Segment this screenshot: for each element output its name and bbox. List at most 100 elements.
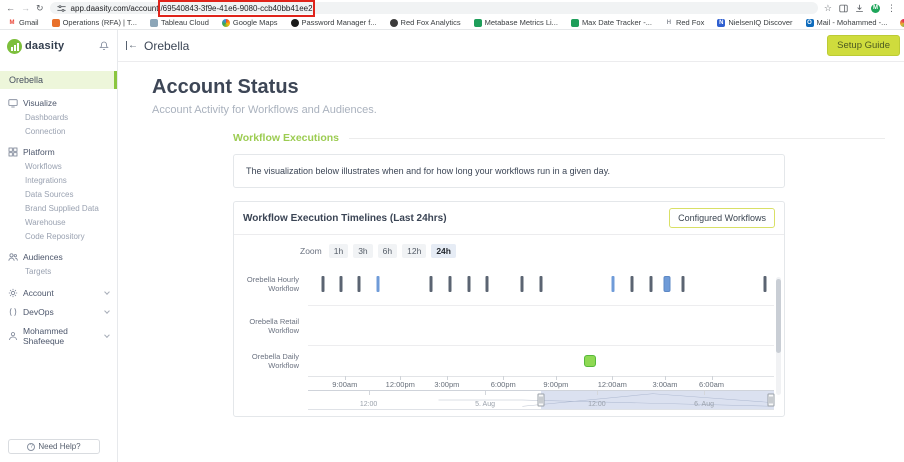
- sidebar-section-platform[interactable]: Platform: [0, 145, 117, 159]
- grid-icon: [8, 147, 18, 157]
- execution-mark[interactable]: [630, 276, 633, 292]
- zoom-label: Zoom: [300, 246, 322, 256]
- sidebar-item-code-repository[interactable]: Code Repository: [0, 229, 117, 243]
- row-label: Orebella Retail Workflow: [234, 306, 308, 346]
- bookmark-item[interactable]: HRed Fox: [665, 18, 704, 27]
- bookmark-item[interactable]: Operations (RFA) | T...: [52, 18, 137, 27]
- execution-mark[interactable]: [430, 276, 433, 292]
- sidebar-item-targets[interactable]: Targets: [0, 264, 117, 278]
- timeline-row: Orebella Retail Workflow: [234, 306, 774, 346]
- chart-scrollbar[interactable]: [776, 277, 781, 395]
- execution-mark[interactable]: [467, 276, 470, 292]
- sidebar-item-account[interactable]: Account: [0, 283, 117, 302]
- execution-block[interactable]: [584, 355, 596, 367]
- sidebar-item-integrations[interactable]: Integrations: [0, 173, 117, 187]
- chevron-down-icon: [104, 308, 110, 314]
- sidebar-account-selected[interactable]: Orebella: [0, 71, 117, 89]
- back-icon[interactable]: ←: [6, 0, 15, 16]
- sidebar-item-data-sources[interactable]: Data Sources: [0, 187, 117, 201]
- timeline-row: Orebella Daily Workflow: [234, 346, 774, 376]
- navigator-label: 6. Aug: [694, 401, 714, 408]
- zoom-24h-button[interactable]: 24h: [431, 244, 456, 258]
- execution-mark[interactable]: [339, 276, 342, 292]
- execution-mark[interactable]: [486, 276, 489, 292]
- collapse-sidebar-icon[interactable]: ←: [126, 40, 138, 51]
- bookmark-item[interactable]: OMail - Mohammed -...: [806, 18, 888, 27]
- navigator-handle[interactable]: [538, 394, 545, 407]
- page-title: Account Status: [152, 76, 904, 99]
- code-icon: [8, 307, 18, 317]
- timeline-chart: Zoom 1h3h6h12h24h Orebella Hourly Workfl…: [234, 235, 784, 416]
- bookmark-label: NielsenIQ Discover: [728, 18, 792, 27]
- chevron-down-icon: [104, 289, 110, 295]
- bookmark-item[interactable]: Password Manager f...: [291, 18, 377, 27]
- users-icon: [8, 252, 18, 262]
- browser-window: ← → ↻ app.daasity.com/account/69540843-3…: [0, 0, 904, 462]
- sidebar-section-audiences[interactable]: Audiences: [0, 250, 117, 264]
- sidebar-item-dashboards[interactable]: Dashboards: [0, 110, 117, 124]
- execution-mark[interactable]: [663, 276, 670, 292]
- forward-icon[interactable]: →: [21, 0, 30, 16]
- section-heading: Workflow Executions: [233, 132, 339, 144]
- bookmark-label: Operations (RFA) | T...: [63, 18, 137, 27]
- bookmark-item[interactable]: Google Maps: [222, 18, 278, 27]
- bookmark-favicon: M: [8, 19, 16, 27]
- bookmark-favicon: N: [717, 19, 725, 27]
- sidebar-item-warehouse[interactable]: Warehouse: [0, 215, 117, 229]
- zoom-3h-button[interactable]: 3h: [353, 244, 372, 258]
- sidebar-section-visualize[interactable]: Visualize: [0, 96, 117, 110]
- execution-mark[interactable]: [612, 276, 615, 292]
- scrollbar-thumb[interactable]: [776, 279, 781, 353]
- bookmark-item[interactable]: Red Fox Analytics: [390, 18, 461, 27]
- bookmark-label: Gmail: [19, 18, 39, 27]
- execution-mark[interactable]: [358, 276, 361, 292]
- info-text: The visualization below illustrates when…: [246, 166, 610, 176]
- profile-avatar[interactable]: M: [871, 4, 880, 13]
- bookmark-item[interactable]: MGmail: [8, 18, 39, 27]
- execution-mark[interactable]: [540, 276, 543, 292]
- bookmark-favicon: [390, 19, 398, 27]
- range-navigator[interactable]: 12:005. Aug12:006. Aug: [308, 390, 774, 410]
- bookmark-label: Max Date Tracker -...: [582, 18, 652, 27]
- execution-mark[interactable]: [649, 276, 652, 292]
- bookmark-item[interactable]: Metabase Metrics Li...: [474, 18, 558, 27]
- navigator-handle[interactable]: [767, 394, 774, 407]
- address-bar[interactable]: app.daasity.com/account/69540843-3f9e-41…: [50, 2, 818, 14]
- configured-workflows-button[interactable]: Configured Workflows: [669, 208, 775, 228]
- browser-menu-icon[interactable]: ⋮: [887, 0, 896, 16]
- bookmark-star-icon[interactable]: ☆: [824, 0, 832, 16]
- bookmark-favicon: [150, 19, 158, 27]
- url-annotation-box: /69540843-3f9e-41e6-9080-ccb40bb41ee2: [158, 4, 314, 13]
- zoom-12h-button[interactable]: 12h: [402, 244, 426, 258]
- execution-mark[interactable]: [321, 276, 324, 292]
- workflow-timeline-card: Workflow Execution Timelines (Last 24hrs…: [233, 201, 785, 417]
- bell-icon[interactable]: [99, 41, 109, 51]
- sidebar-item-mohammed-shafeeque[interactable]: Mohammed Shafeeque: [0, 321, 117, 350]
- chart-title: Workflow Execution Timelines (Last 24hrs…: [243, 213, 447, 224]
- bookmark-item[interactable]: Tableau Cloud: [150, 18, 209, 27]
- execution-mark[interactable]: [449, 276, 452, 292]
- sidebar-item-workflows[interactable]: Workflows: [0, 159, 117, 173]
- bookmark-item[interactable]: Max Date Tracker -...: [571, 18, 652, 27]
- bookmark-item[interactable]: shafeeque (DM) - R...: [900, 18, 904, 27]
- topbar-account-name: Orebella: [144, 39, 189, 53]
- sidebar-item-devops[interactable]: DevOps: [0, 302, 117, 321]
- sidebar-item-connection[interactable]: Connection: [0, 124, 117, 138]
- download-icon[interactable]: [855, 4, 864, 13]
- bookmark-item[interactable]: NNielsenIQ Discover: [717, 18, 792, 27]
- execution-mark[interactable]: [682, 276, 685, 292]
- navigator-selection[interactable]: [541, 391, 774, 409]
- side-panel-icon[interactable]: [839, 4, 848, 13]
- sidebar-item-brand-supplied-data[interactable]: Brand Supplied Data: [0, 201, 117, 215]
- reload-icon[interactable]: ↻: [36, 0, 44, 16]
- execution-mark[interactable]: [763, 276, 766, 292]
- navigator-tick: [704, 391, 705, 395]
- daasity-logo[interactable]: daasity: [7, 39, 64, 54]
- zoom-6h-button[interactable]: 6h: [378, 244, 397, 258]
- execution-mark[interactable]: [521, 276, 524, 292]
- zoom-1h-button[interactable]: 1h: [329, 244, 348, 258]
- navigator-tick: [369, 391, 370, 395]
- execution-mark[interactable]: [376, 276, 379, 292]
- setup-guide-button[interactable]: Setup Guide: [827, 35, 900, 56]
- need-help-button[interactable]: ? Need Help?: [8, 439, 100, 454]
